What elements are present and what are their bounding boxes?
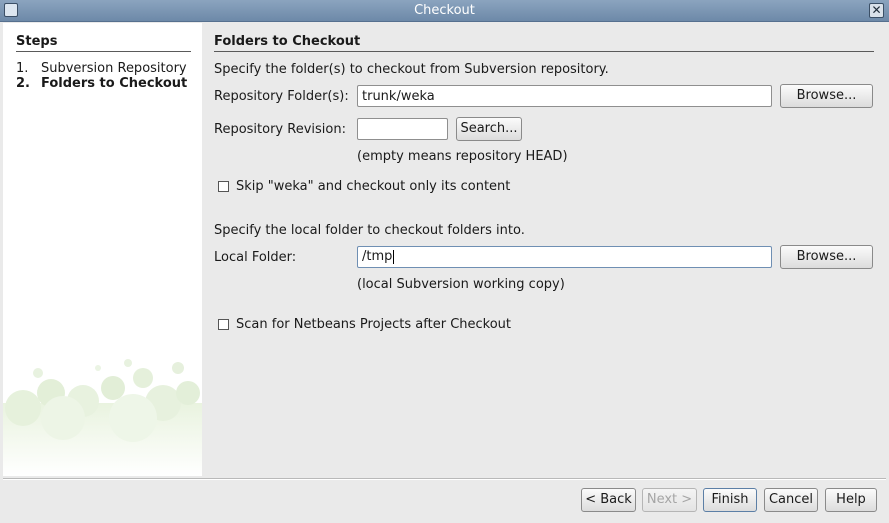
step-1-label: Subversion Repository bbox=[41, 61, 187, 76]
close-icon[interactable]: ✕ bbox=[869, 3, 884, 18]
local-folder-input[interactable]: /tmp bbox=[357, 246, 772, 268]
step-2: 2. Folders to Checkout bbox=[16, 76, 187, 91]
next-button[interactable]: Next > bbox=[642, 488, 697, 512]
local-folder-value: /tmp bbox=[362, 249, 393, 264]
back-button[interactable]: < Back bbox=[581, 488, 636, 512]
repository-revision-label: Repository Revision: bbox=[214, 122, 346, 137]
cancel-button[interactable]: Cancel bbox=[764, 488, 818, 512]
decorative-bubbles-image bbox=[3, 359, 202, 476]
step-2-label: Folders to Checkout bbox=[41, 76, 188, 91]
local-folder-label: Local Folder: bbox=[214, 250, 297, 265]
skip-folder-label[interactable]: Skip "weka" and checkout only its conten… bbox=[236, 179, 510, 194]
finish-button[interactable]: Finish bbox=[703, 488, 757, 512]
scan-projects-label[interactable]: Scan for Netbeans Projects after Checkou… bbox=[236, 317, 511, 332]
steps-title: Steps bbox=[16, 34, 191, 52]
help-button[interactable]: Help bbox=[825, 488, 877, 512]
button-bar-separator bbox=[3, 478, 886, 480]
local-folder-intro: Specify the local folder to checkout fol… bbox=[214, 223, 525, 238]
repository-revision-input[interactable] bbox=[357, 118, 448, 140]
scan-projects-checkbox[interactable] bbox=[218, 319, 229, 330]
repository-intro: Specify the folder(s) to checkout from S… bbox=[214, 62, 609, 77]
search-revision-button[interactable]: Search... bbox=[456, 117, 522, 141]
repository-browse-button[interactable]: Browse... bbox=[780, 84, 873, 108]
step-2-number: 2. bbox=[16, 76, 30, 91]
skip-folder-checkbox[interactable] bbox=[218, 181, 229, 192]
panel-title: Folders to Checkout bbox=[214, 34, 874, 52]
local-folder-browse-button[interactable]: Browse... bbox=[780, 245, 873, 269]
repository-folder-input[interactable] bbox=[357, 85, 772, 107]
text-caret bbox=[393, 249, 395, 264]
step-1-number: 1. bbox=[16, 61, 29, 76]
window-title: Checkout bbox=[414, 3, 475, 18]
revision-hint: (empty means repository HEAD) bbox=[357, 149, 568, 164]
steps-pane: Steps 1. Subversion Repository 2. Folders … bbox=[3, 23, 202, 476]
repository-folder-label: Repository Folder(s): bbox=[214, 89, 349, 104]
title-bar: Checkout ✕ bbox=[0, 0, 889, 22]
step-1: 1. Subversion Repository bbox=[16, 61, 187, 76]
local-folder-hint: (local Subversion working copy) bbox=[357, 277, 565, 292]
